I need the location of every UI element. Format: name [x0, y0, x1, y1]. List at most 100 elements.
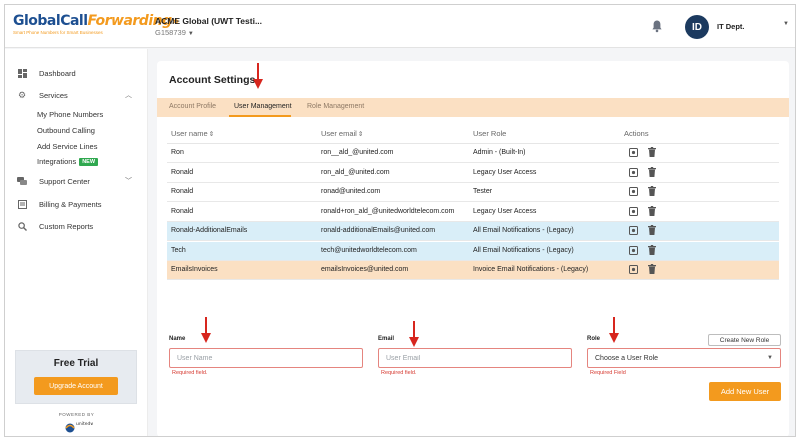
partner-logo: unitedworld [59, 419, 103, 433]
sidebar-item-dashboard[interactable]: Dashboard [17, 68, 76, 78]
edit-icon[interactable] [629, 226, 638, 235]
user-role-cell: All Email Notifications - (Legacy) [473, 246, 574, 254]
new-badge: NEW [79, 158, 99, 167]
search-icon [17, 221, 27, 231]
edit-icon[interactable] [629, 167, 638, 177]
user-role-cell: Legacy User Access [473, 168, 537, 176]
top-header: GlobalCallForwarding» Smart Phone Number… [5, 5, 795, 48]
user-email-cell: ron_ald_@united.com [321, 168, 390, 176]
table-row[interactable]: Ronald ron_ald_@united.com Legacy User Acc… [167, 164, 779, 183]
role-error-message: Required Field [590, 370, 626, 376]
user-name-cell: Ronald-AdditionalEmails [171, 227, 248, 234]
caret-down-icon[interactable]: ▼ [783, 21, 789, 27]
edit-icon[interactable] [629, 265, 638, 274]
sidebar: Dashboard ⚙ Services ︿ My Phone Numbers … [5, 49, 148, 436]
email-label: Email [378, 336, 395, 342]
active-tab-indicator [229, 115, 291, 117]
create-new-role-button[interactable]: Create New Role [708, 334, 781, 346]
sidebar-item-label: Custom Reports [39, 221, 94, 231]
sidebar-subitem-my-phone-numbers[interactable]: My Phone Numbers [37, 110, 103, 119]
add-new-user-button[interactable]: Add New User [709, 382, 781, 401]
free-trial-title: Free Trial [53, 358, 99, 369]
user-role-cell: Legacy User Access [473, 207, 537, 215]
sidebar-item-label: Billing & Payments [39, 199, 102, 209]
trash-icon[interactable] [648, 166, 656, 177]
column-header-user-name[interactable]: User name⇕ [171, 129, 214, 138]
sidebar-item-custom-reports[interactable]: Custom Reports [17, 221, 93, 231]
sidebar-item-label: Dashboard [39, 68, 76, 78]
billing-icon [17, 199, 27, 209]
sidebar-subitem-outbound-calling[interactable]: Outbound Calling [37, 126, 95, 135]
sidebar-item-support-center[interactable]: Support Center ﹀ [17, 176, 142, 186]
avatar[interactable]: ID [685, 15, 709, 39]
sidebar-subitem-integrations[interactable]: Integrations NEW [37, 157, 99, 167]
column-header-label: User email [321, 129, 357, 138]
table-row[interactable]: Ron ron__ald_@united.com Admin - (Built-In… [167, 144, 779, 163]
partner-logo-text: unitedworld [76, 421, 93, 427]
trash-icon[interactable] [648, 264, 656, 274]
chevron-down-icon[interactable]: ﹀ [125, 176, 132, 186]
chevron-up-icon[interactable]: ︿ [125, 90, 132, 100]
account-switcher[interactable]: ACME Global (UWT Testi... G158739 ▼ [155, 16, 262, 37]
tab-role-management[interactable]: Role Management [307, 103, 364, 110]
account-id: G158739 [155, 28, 186, 37]
name-error-message: Required field. [172, 370, 208, 376]
user-name-cell: EmailsInvoices [171, 266, 218, 273]
user-name-input[interactable] [169, 348, 363, 368]
user-email-input[interactable] [378, 348, 572, 368]
trash-icon[interactable] [648, 147, 656, 157]
annotation-arrow-icon [201, 317, 211, 343]
dashboard-icon [17, 68, 27, 78]
logo-tagline: Smart Phone Numbers for Smart Businesses [13, 30, 103, 35]
trash-icon[interactable] [648, 186, 656, 196]
annotation-arrow-icon [409, 321, 419, 347]
user-role-cell: Tester [473, 188, 493, 195]
free-trial-panel: Free Trial Upgrade Account [15, 350, 137, 404]
column-header-user-email[interactable]: User email⇕ [321, 129, 363, 138]
user-name-cell: Ronald [171, 188, 194, 195]
settings-tabs: Account Profile User Management Role Man… [157, 98, 789, 117]
table-row[interactable]: Tech tech@unitedworldtelecom.com All Email… [167, 241, 779, 261]
user-email-cell: ronad@united.com [321, 188, 381, 195]
trash-icon[interactable] [648, 205, 656, 216]
user-name-cell: Tech [171, 246, 186, 254]
user-menu-label[interactable]: IT Dept. [717, 22, 745, 31]
user-email-cell: emailsInvoices@united.com [321, 266, 409, 273]
sidebar-item-services[interactable]: ⚙ Services ︿ [17, 90, 142, 100]
sidebar-subitem-add-service-lines[interactable]: Add Service Lines [37, 142, 97, 151]
edit-icon[interactable] [629, 245, 638, 255]
trash-icon[interactable] [648, 225, 656, 235]
name-label: Name [169, 336, 186, 342]
role-label: Role [587, 336, 601, 342]
avatar-initials: ID [692, 21, 702, 33]
edit-icon[interactable] [629, 187, 638, 196]
sort-icon[interactable]: ⇕ [209, 131, 214, 138]
page-title: Account Settings [169, 74, 256, 86]
user-name-cell: Ronald [171, 168, 194, 176]
table-row[interactable]: Ronald ronald+ron_ald_@unitedworldtelecom… [167, 203, 779, 222]
table-row[interactable]: EmailsInvoices emailsInvoices@united.com I… [167, 261, 779, 280]
user-name-cell: Ronald [171, 207, 194, 215]
role-select-value: Choose a User Role [595, 354, 659, 362]
edit-icon[interactable] [629, 148, 638, 157]
upgrade-account-button[interactable]: Upgrade Account [34, 377, 118, 395]
column-header-user-role: User Role [473, 129, 507, 138]
tab-account-profile[interactable]: Account Profile [169, 103, 216, 110]
bell-icon[interactable] [650, 19, 664, 33]
gear-icon: ⚙ [17, 89, 27, 100]
annotation-arrow-icon [609, 317, 619, 343]
logo-wordmark: GlobalCallForwarding» [13, 13, 179, 29]
account-name: ACME Global (UWT Testi... [155, 16, 263, 26]
tab-user-management[interactable]: User Management [234, 103, 292, 110]
sort-icon[interactable]: ⇕ [358, 131, 363, 138]
trash-icon[interactable] [648, 244, 656, 255]
user-name-cell: Ron [171, 149, 184, 156]
user-role-select[interactable]: Choose a User Role ▼ [587, 348, 781, 368]
column-header-actions: Actions [624, 129, 649, 138]
table-row[interactable]: Ronald ronad@united.com Tester [167, 183, 779, 202]
sidebar-item-label: Support Center [39, 176, 90, 186]
edit-icon[interactable] [629, 206, 638, 216]
brand-logo[interactable]: GlobalCallForwarding» Smart Phone Number… [13, 13, 179, 41]
table-row[interactable]: Ronald-AdditionalEmails ronald-additional… [167, 222, 779, 241]
sidebar-item-billing[interactable]: Billing & Payments [17, 199, 102, 209]
